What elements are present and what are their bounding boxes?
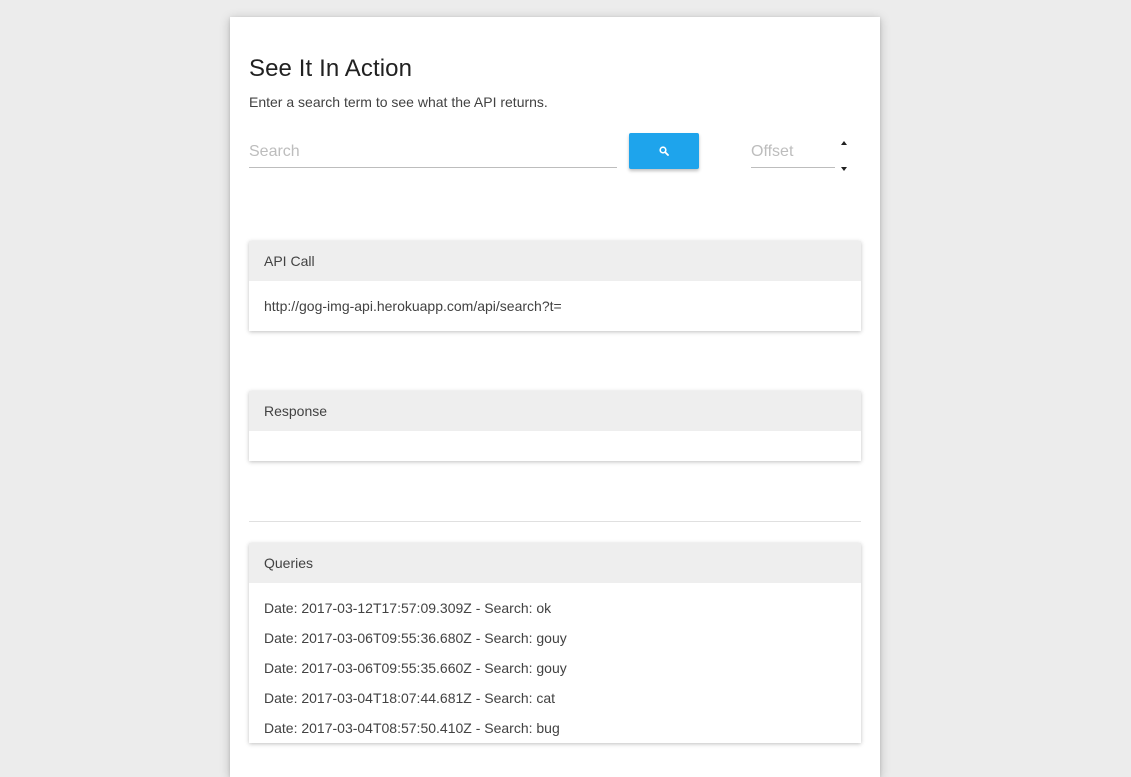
response-header: Response: [249, 391, 861, 431]
api-call-header: API Call: [249, 241, 861, 281]
divider: [249, 521, 861, 522]
increment-arrow-icon[interactable]: [841, 141, 847, 145]
offset-input[interactable]: [751, 137, 835, 168]
search-button[interactable]: [629, 133, 699, 169]
offset-stepper: [838, 139, 852, 175]
response-panel: Response: [249, 391, 861, 461]
list-item: Date: 2017-03-12T17:57:09.309Z - Search:…: [264, 600, 552, 616]
search-input[interactable]: [249, 137, 617, 168]
search-icon: [659, 146, 669, 156]
list-item: Date: 2017-03-06T09:55:35.660Z - Search:…: [264, 660, 567, 676]
api-call-url: http://gog-img-api.herokuapp.com/api/sea…: [264, 298, 562, 314]
page-subtitle: Enter a search term to see what the API …: [249, 94, 548, 110]
list-item: Date: 2017-03-04T08:57:50.410Z - Search:…: [264, 720, 560, 736]
list-item: Date: 2017-03-06T09:55:36.680Z - Search:…: [264, 630, 567, 646]
page-title: See It In Action: [249, 55, 413, 82]
queries-panel: Queries Date: 2017-03-12T17:57:09.309Z -…: [249, 543, 861, 743]
decrement-arrow-icon[interactable]: [841, 167, 847, 171]
queries-header: Queries: [249, 543, 861, 583]
list-item: Date: 2017-03-04T18:07:44.681Z - Search:…: [264, 690, 556, 706]
main-card: See It In Action Enter a search term to …: [230, 17, 880, 777]
api-call-panel: API Call http://gog-img-api.herokuapp.co…: [249, 241, 861, 331]
response-body: [249, 431, 861, 461]
queries-list: Date: 2017-03-12T17:57:09.309Z - Search:…: [249, 583, 861, 743]
